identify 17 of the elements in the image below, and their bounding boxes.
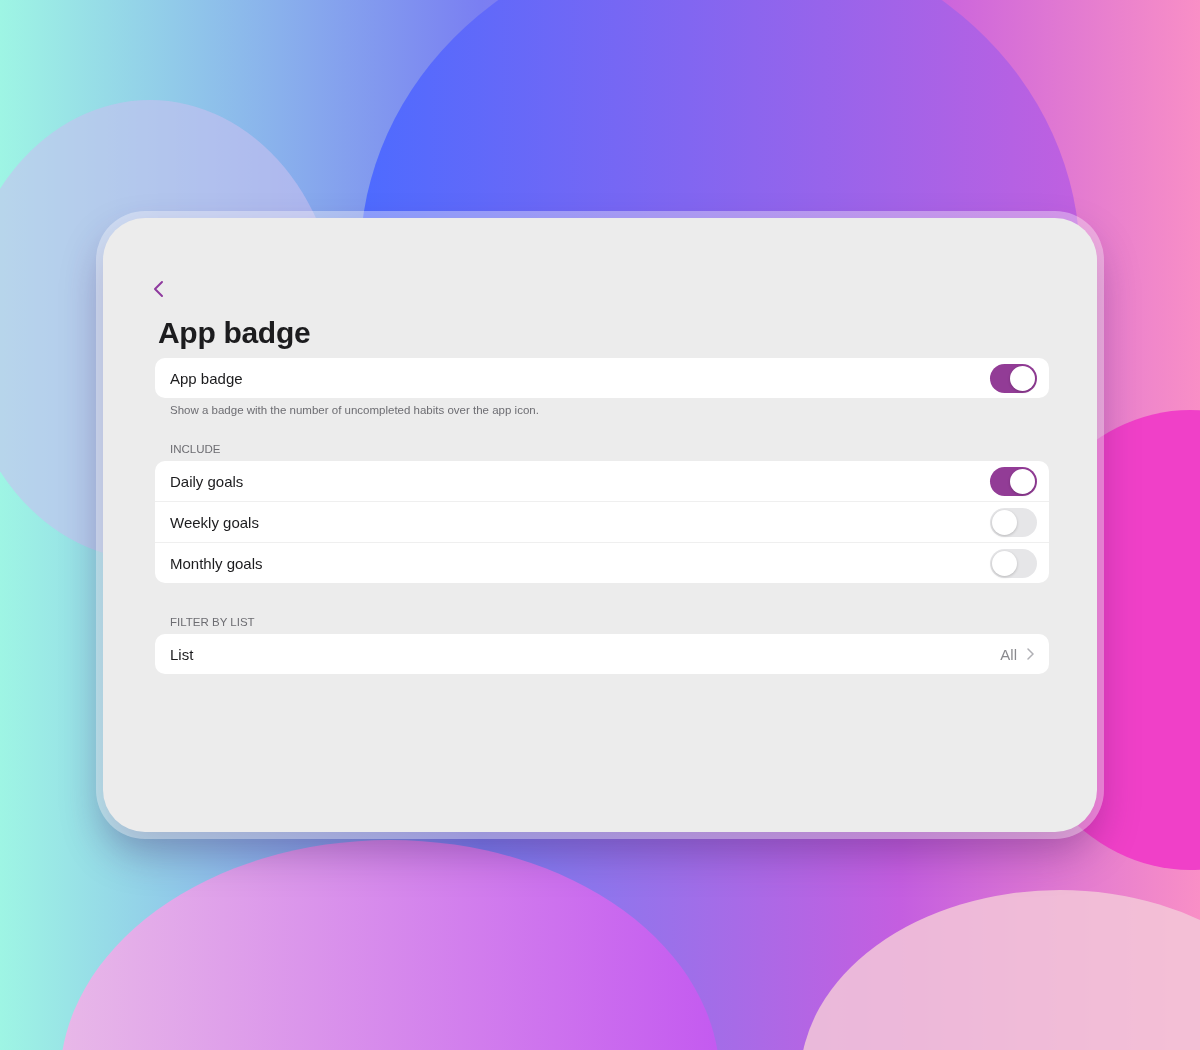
setting-label: Daily goals <box>170 472 244 490</box>
list-row[interactable]: List All <box>155 634 1049 674</box>
toggle-switch[interactable] <box>990 363 1037 393</box>
setting-label: Weekly goals <box>170 513 259 531</box>
toggle-switch[interactable] <box>990 507 1037 537</box>
setting-value: All <box>1000 645 1017 663</box>
setting-description: Show a badge with the number of uncompleted habits over the app icon. <box>170 404 540 416</box>
chevron-icon <box>1027 648 1034 660</box>
setting-label: List <box>170 645 194 663</box>
page-title: App badge <box>158 316 312 350</box>
setting-label: App badge <box>170 369 243 387</box>
toggle-switch[interactable] <box>990 466 1037 496</box>
toggle-switch[interactable] <box>990 548 1037 578</box>
section-header: INCLUDE <box>170 443 222 455</box>
section-header: FILTER BY LIST <box>170 616 256 628</box>
setting-label: Monthly goals <box>170 554 263 572</box>
back-icon[interactable] <box>152 280 164 298</box>
